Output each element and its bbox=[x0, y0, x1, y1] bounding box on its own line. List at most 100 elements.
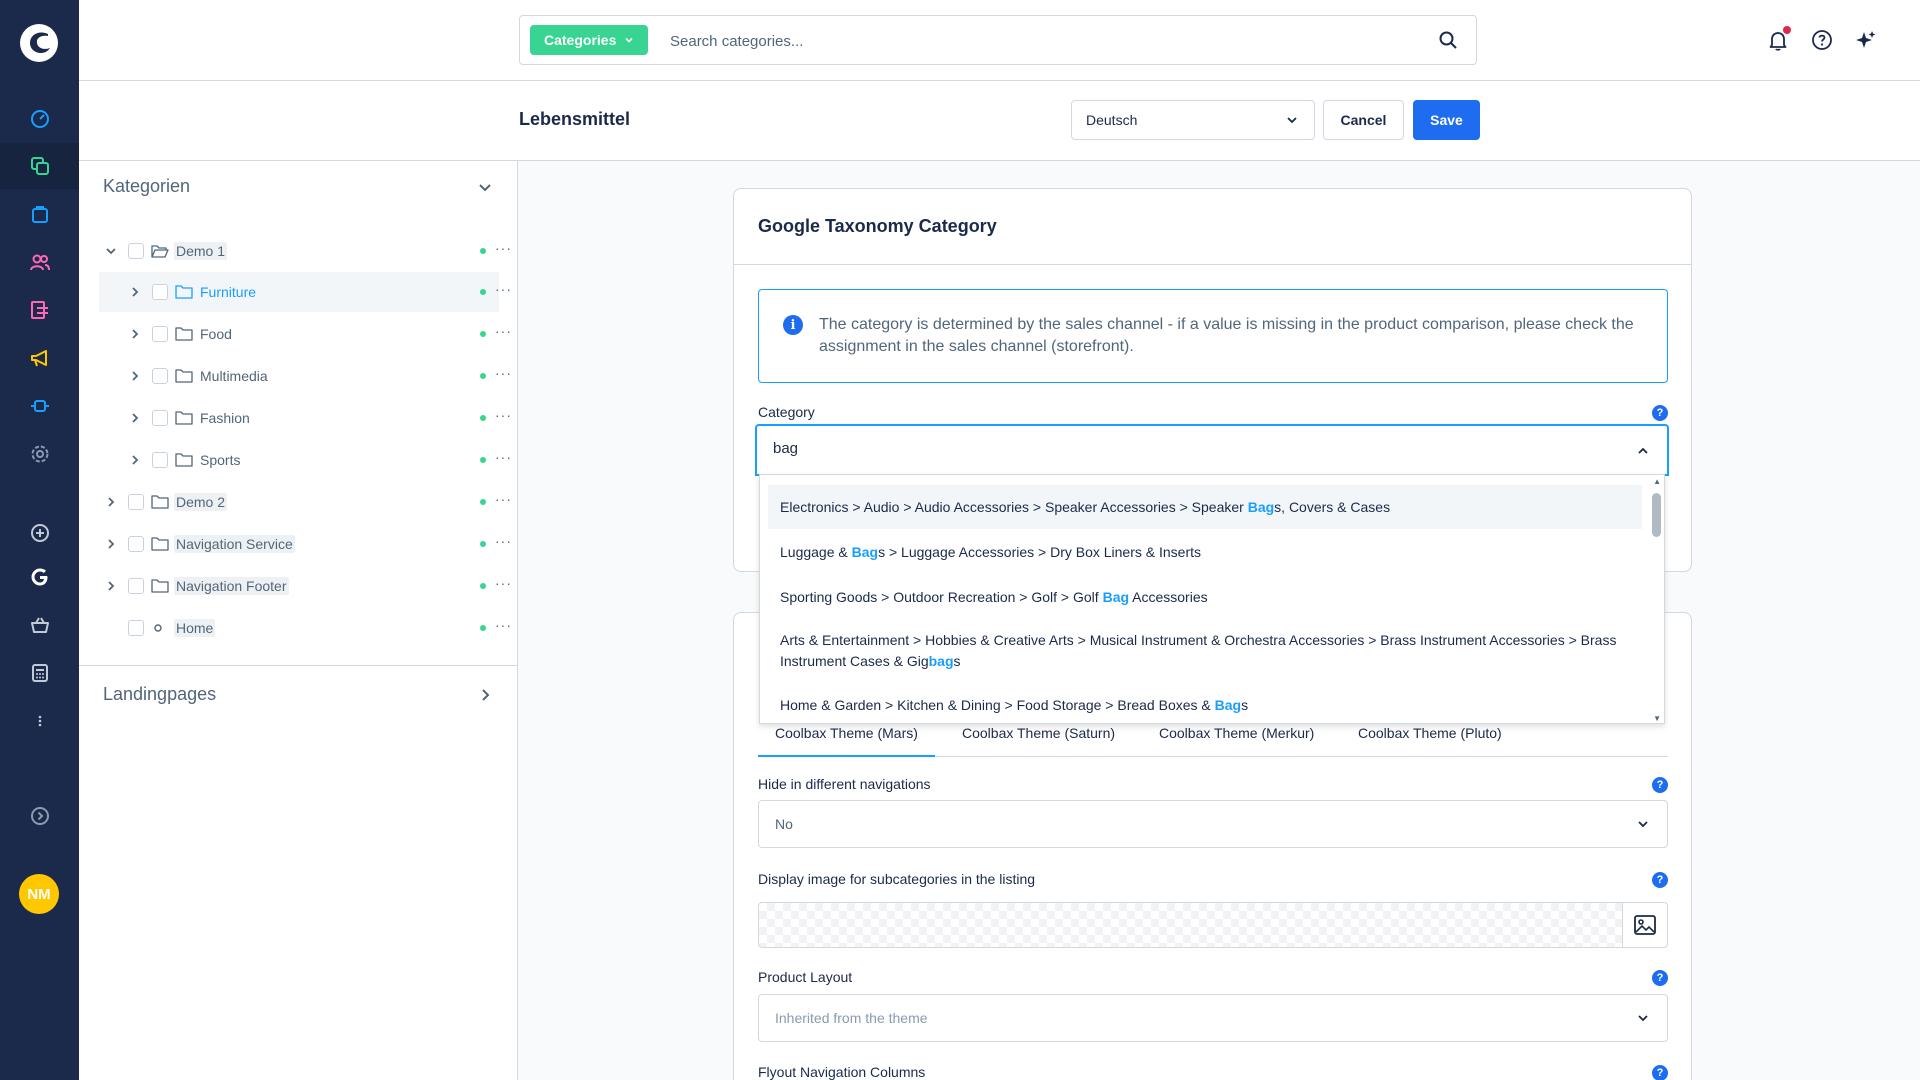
more-actions-icon[interactable]: ··· bbox=[495, 449, 512, 465]
tree-checkbox[interactable] bbox=[128, 578, 144, 594]
tree-item[interactable]: Demo 2 ··· bbox=[99, 482, 511, 522]
tab-theme-mars[interactable]: Coolbax Theme (Mars) bbox=[758, 725, 935, 757]
dropdown-option[interactable]: Home & Garden > Kitchen & Dining > Food … bbox=[768, 683, 1642, 723]
language-switch[interactable]: Deutsch bbox=[1071, 100, 1315, 140]
tree-checkbox[interactable] bbox=[152, 410, 168, 426]
chevron-down-icon bbox=[1287, 117, 1297, 124]
display-image-field[interactable] bbox=[758, 902, 1668, 948]
category-select[interactable] bbox=[755, 424, 1669, 476]
product-layout-select[interactable]: Inherited from the theme bbox=[758, 994, 1668, 1042]
tree-item[interactable]: Home ··· bbox=[99, 608, 511, 648]
dropdown-option[interactable]: Sporting Goods > Outdoor Recreation > Go… bbox=[768, 575, 1642, 619]
tree-item[interactable]: Navigation Service ··· bbox=[99, 524, 511, 564]
nav-collapse[interactable] bbox=[0, 793, 79, 839]
search-icon[interactable] bbox=[1438, 30, 1458, 50]
notifications-button[interactable] bbox=[1764, 26, 1792, 54]
help-icon[interactable]: ? bbox=[1652, 970, 1668, 986]
nav-add-sales-channel[interactable] bbox=[0, 510, 79, 556]
tree-checkbox[interactable] bbox=[128, 243, 144, 259]
tree-item-label: Navigation Service bbox=[174, 535, 295, 553]
help-icon[interactable]: ? bbox=[1652, 405, 1668, 421]
tree-checkbox[interactable] bbox=[152, 452, 168, 468]
chevron-right-icon[interactable] bbox=[129, 328, 141, 340]
scroll-up-icon[interactable]: ▲ bbox=[1653, 477, 1661, 486]
cancel-button[interactable]: Cancel bbox=[1323, 100, 1404, 140]
category-search-input[interactable] bbox=[773, 440, 1593, 457]
tree-checkbox[interactable] bbox=[152, 284, 168, 300]
tab-theme-merkur[interactable]: Coolbax Theme (Merkur) bbox=[1159, 725, 1314, 757]
tab-theme-pluto[interactable]: Coolbax Theme (Pluto) bbox=[1358, 725, 1502, 757]
tree-checkbox[interactable] bbox=[128, 494, 144, 510]
hide-navigations-select[interactable]: No bbox=[758, 800, 1668, 848]
more-actions-icon[interactable]: ··· bbox=[495, 491, 512, 507]
nav-customers[interactable] bbox=[0, 239, 79, 285]
ai-assistant-button[interactable] bbox=[1852, 26, 1880, 54]
tree-item[interactable]: Navigation Footer ··· bbox=[99, 566, 511, 606]
dropdown-option[interactable]: Arts & Entertainment > Hobbies & Creativ… bbox=[768, 620, 1642, 682]
search-type-button[interactable]: Categories bbox=[530, 25, 649, 55]
tree-item[interactable]: Sports ··· bbox=[99, 440, 511, 480]
chevron-up-icon[interactable] bbox=[1635, 443, 1651, 459]
scroll-down-icon[interactable]: ▼ bbox=[1653, 714, 1661, 723]
chevron-right-icon[interactable] bbox=[105, 496, 117, 508]
nav-marketing[interactable] bbox=[0, 335, 79, 381]
nav-orders[interactable] bbox=[0, 191, 79, 237]
tab-theme-saturn[interactable]: Coolbax Theme (Saturn) bbox=[962, 725, 1115, 757]
nav-google-channel[interactable] bbox=[0, 554, 79, 600]
more-actions-icon[interactable]: ··· bbox=[495, 281, 512, 297]
active-status-dot bbox=[480, 625, 486, 631]
tree-item-label: Furniture bbox=[200, 284, 257, 300]
landingpages-section-title[interactable]: Landingpages bbox=[103, 684, 216, 705]
more-actions-icon[interactable]: ··· bbox=[495, 407, 512, 423]
tree-item[interactable]: Multimedia ··· bbox=[99, 356, 511, 396]
nav-more-channels[interactable] bbox=[0, 698, 79, 744]
tree-checkbox[interactable] bbox=[128, 620, 144, 636]
chevron-right-icon[interactable] bbox=[129, 286, 141, 298]
chevron-right-icon[interactable] bbox=[129, 454, 141, 466]
active-status-dot bbox=[480, 248, 486, 254]
chevron-right-icon[interactable] bbox=[129, 370, 141, 382]
tree-item[interactable]: Fashion ··· bbox=[99, 398, 511, 438]
user-avatar[interactable]: NM bbox=[19, 874, 59, 914]
chevron-right-icon[interactable] bbox=[129, 412, 141, 424]
tree-item[interactable]: Furniture ··· bbox=[99, 272, 511, 312]
nav-catalogues[interactable] bbox=[0, 143, 79, 189]
nav-storefront-channel[interactable] bbox=[0, 602, 79, 648]
more-actions-icon[interactable]: ··· bbox=[495, 617, 512, 633]
save-button[interactable]: Save bbox=[1413, 100, 1480, 140]
more-actions-icon[interactable]: ··· bbox=[495, 240, 512, 256]
more-actions-icon[interactable]: ··· bbox=[495, 533, 512, 549]
dropdown-option[interactable]: Luggage & Bags > Luggage Accessories > D… bbox=[768, 530, 1642, 574]
help-icon[interactable]: ? bbox=[1652, 872, 1668, 888]
basket-icon bbox=[30, 617, 49, 633]
option-text: Home & Garden > Kitchen & Dining > Food … bbox=[780, 696, 1215, 713]
nav-settings[interactable] bbox=[0, 431, 79, 477]
more-actions-icon[interactable]: ··· bbox=[495, 365, 512, 381]
help-icon[interactable]: ? bbox=[1652, 1065, 1668, 1080]
search-input[interactable] bbox=[670, 30, 1370, 52]
chevron-right-icon[interactable] bbox=[477, 687, 493, 703]
shopware-logo[interactable] bbox=[18, 22, 60, 64]
tree-checkbox[interactable] bbox=[152, 368, 168, 384]
image-upload-button[interactable] bbox=[1622, 902, 1668, 948]
chevron-right-icon[interactable] bbox=[105, 580, 117, 592]
nav-content[interactable] bbox=[0, 287, 79, 333]
nav-extensions[interactable] bbox=[0, 383, 79, 429]
dropdown-scrollbar[interactable]: ▲ ▼ bbox=[1650, 475, 1664, 723]
help-icon[interactable]: ? bbox=[1652, 777, 1668, 793]
more-actions-icon[interactable]: ··· bbox=[495, 323, 512, 339]
chevron-down-icon[interactable] bbox=[105, 245, 117, 257]
scroll-thumb[interactable] bbox=[1652, 493, 1661, 537]
tree-item[interactable]: Food ··· bbox=[99, 314, 511, 354]
chevron-right-icon[interactable] bbox=[105, 538, 117, 550]
tree-item[interactable]: Demo 1 ··· bbox=[99, 231, 511, 271]
option-text: Sporting Goods > Outdoor Recreation > Go… bbox=[780, 588, 1103, 605]
nav-pos-channel[interactable] bbox=[0, 650, 79, 696]
dropdown-option[interactable]: Electronics > Audio > Audio Accessories … bbox=[768, 485, 1642, 529]
nav-dashboard[interactable] bbox=[0, 95, 79, 141]
tree-checkbox[interactable] bbox=[152, 326, 168, 342]
chevron-down-icon[interactable] bbox=[477, 179, 493, 195]
help-button[interactable] bbox=[1808, 26, 1836, 54]
tree-checkbox[interactable] bbox=[128, 536, 144, 552]
more-actions-icon[interactable]: ··· bbox=[495, 575, 512, 591]
